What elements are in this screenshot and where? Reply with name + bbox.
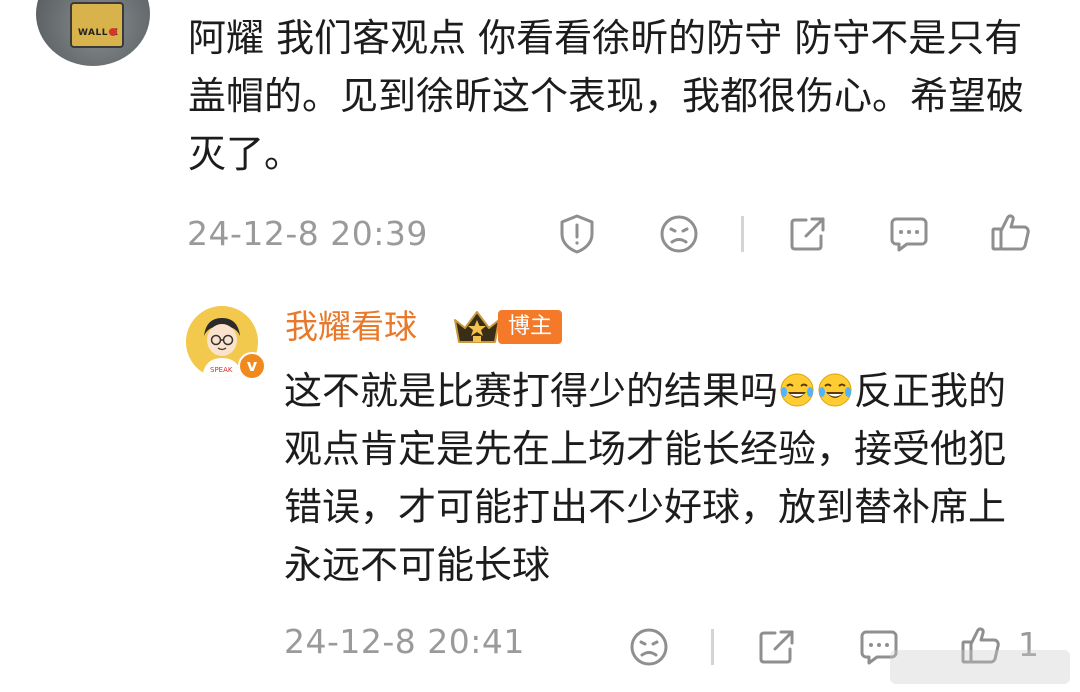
- reply-username[interactable]: 我耀看球: [285, 304, 417, 350]
- crown-icon: [451, 306, 503, 348]
- verified-badge-icon: v: [238, 352, 266, 380]
- reply-timestamp: 24-12-8 20:41: [284, 622, 525, 661]
- comment-timestamp: 24-12-8 20:39: [187, 214, 428, 253]
- report-icon[interactable]: [555, 212, 599, 256]
- dislike-icon[interactable]: [627, 625, 671, 669]
- reply-text-part1: 这不就是比赛打得少的结果吗: [284, 369, 779, 413]
- avatar-robot-figure: WALL·E: [70, 2, 124, 48]
- comment-icon[interactable]: [887, 212, 931, 256]
- commenter-avatar[interactable]: WALL·E: [36, 0, 150, 66]
- action-divider: [741, 216, 744, 252]
- laugh-cry-emoji-icon: [817, 372, 853, 408]
- like-icon[interactable]: [989, 211, 1033, 255]
- comment-text: 阿耀 我们客观点 你看看徐昕的防守 防守不是只有盖帽的。见到徐昕这个表现，我都很…: [188, 16, 1025, 176]
- reply-text: 这不就是比赛打得少的结果吗 反正我的观点肯定是先在上场才能长经验，接受他犯错误，才…: [284, 362, 1024, 594]
- share-icon[interactable]: [786, 212, 830, 256]
- watermark-overlay: [890, 650, 1070, 684]
- blogger-badge: 博主: [498, 310, 563, 344]
- dislike-icon[interactable]: [657, 212, 701, 256]
- share-icon[interactable]: [755, 625, 799, 669]
- action-divider: [711, 629, 714, 665]
- svg-text:SPEAK: SPEAK: [210, 366, 233, 374]
- laugh-cry-emoji-icon: [779, 372, 815, 408]
